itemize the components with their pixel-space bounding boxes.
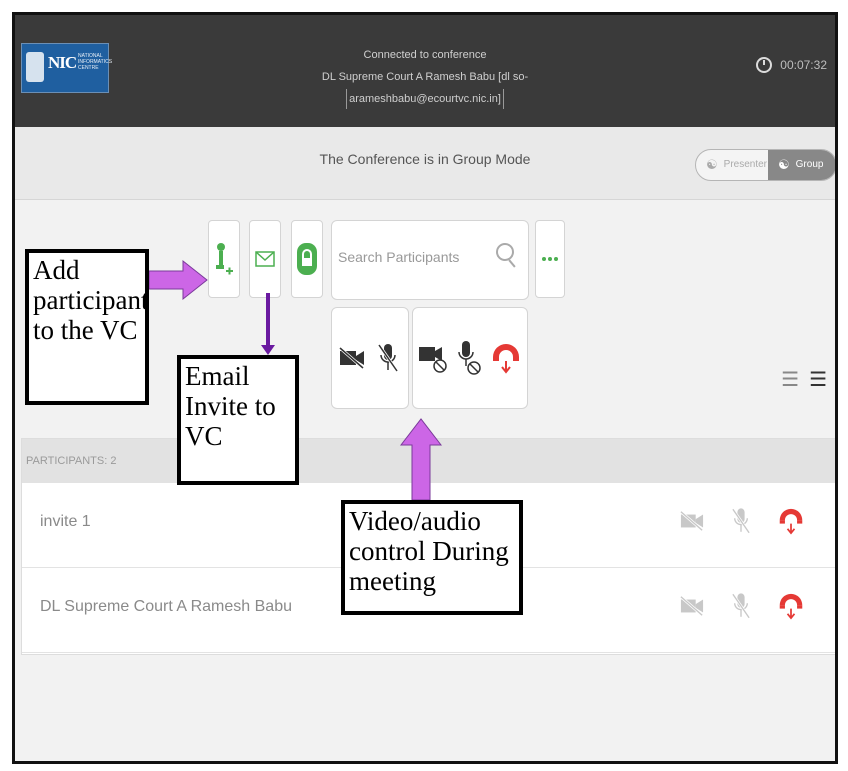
app-frame: NIC NATIONAL INFORMATICS CENTRE Connecte… bbox=[12, 12, 838, 764]
email-arrow bbox=[261, 293, 275, 355]
video-audio-control-note: Video/audio control During meeting bbox=[341, 500, 523, 615]
video-arrow bbox=[399, 418, 443, 501]
add-arrow bbox=[148, 259, 208, 301]
email-invite-note: Email Invite to VC bbox=[177, 355, 299, 485]
add-participant-note: Add participant to the VC bbox=[25, 249, 149, 405]
